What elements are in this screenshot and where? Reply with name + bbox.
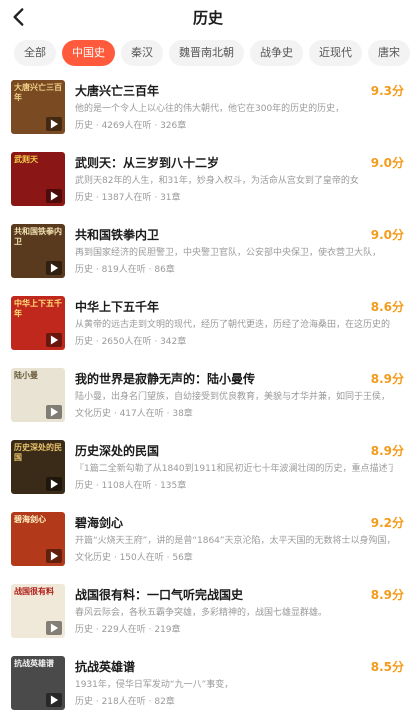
book-cover[interactable]: 碧海剑心 — [11, 512, 65, 566]
rating-score: 9.0分 — [370, 228, 404, 242]
rating-score: 9.0分 — [370, 156, 404, 170]
book-description: 陆小曼，出身名门望族，自幼接受到优良教育，美貌与才华并兼，如同于王侯， — [75, 392, 391, 402]
book-meta: 历史 · 1387人在听 · 31章 — [75, 193, 181, 203]
category-tabs: 全部 中国史 秦汉 魏晋南北朝 战争史 近现代 唐宋 — [0, 36, 416, 76]
rating-score: 8.6分 — [370, 300, 404, 314]
list-item[interactable]: 陆小曼 我的世界是寂静无声的：陆小曼传 8.9分陆小曼，出身名门望族，自幼接受到优良… — [0, 362, 416, 434]
list-item[interactable]: 武则天 武则天：从三岁到八十二岁 9.0分武则天82年的人生，和31年，妙身入权斗，… — [0, 146, 416, 218]
play-icon[interactable] — [46, 693, 62, 707]
tab-4[interactable]: 战争史 — [250, 40, 303, 66]
book-title[interactable]: 共和国铁拳内卫 — [75, 226, 159, 243]
book-meta: 历史 · 2650人在听 · 342章 — [75, 337, 187, 347]
cover-title-text: 武则天 — [14, 155, 38, 164]
play-icon[interactable] — [46, 333, 62, 347]
book-cover[interactable]: 陆小曼 — [11, 368, 65, 422]
book-title[interactable]: 武则天：从三岁到八十二岁 — [75, 154, 219, 171]
book-meta: 历史 · 4269人在听 · 326章 — [75, 121, 187, 131]
rating-score: 8.5分 — [370, 660, 404, 674]
book-description: 开篇“火烧天王府”，讲的是曾“1864”天京沦陷，太平天国的无数将士以身殉国， — [75, 536, 393, 546]
rating-score: 8.9分 — [370, 372, 404, 386]
play-icon[interactable] — [46, 549, 62, 563]
play-icon[interactable] — [46, 189, 62, 203]
cover-title-text: 碧海剑心 — [14, 515, 46, 524]
list-item[interactable]: 共和国铁拳内卫 共和国铁拳内卫 9.0分再到国家经济的民胆警卫，中央警卫官队，公安部… — [0, 218, 416, 290]
tab-3[interactable]: 魏晋南北朝 — [169, 40, 244, 66]
tab-1[interactable]: 中国史 — [62, 40, 115, 66]
tab-5[interactable]: 近现代 — [309, 40, 362, 66]
book-meta: 历史 · 1108人在听 · 135章 — [75, 481, 187, 491]
play-icon[interactable] — [46, 477, 62, 491]
list-item[interactable]: 抗战英雄谱 抗战英雄谱 8.5分 1931年，侵华日军发动“九一八”事变， 历史 · 2… — [0, 650, 416, 720]
book-cover[interactable]: 大唐兴亡三百年 — [11, 80, 65, 134]
cover-title-text: 大唐兴亡三百年 — [14, 83, 62, 102]
list-item[interactable]: 战国很有料 战国很有料：一口气听完战国史 8.9分春风云际会，各秋五霸争突雄，多彩精… — [0, 578, 416, 650]
book-description: 『1篇二全新勾勒了从1840到1911和民初近七十年波澜壮阔的历史，重点描述了清 — [75, 464, 393, 474]
book-cover[interactable]: 战国很有料 — [11, 584, 65, 638]
list-item[interactable]: 中华上下五千年 中华上下五千年 8.6分从黄帝的远古走到文明的现代，经历了朝代更迭，… — [0, 290, 416, 362]
tab-6[interactable]: 唐宋 — [368, 40, 410, 66]
book-title[interactable]: 大唐兴亡三百年 — [75, 82, 159, 99]
header: 历史 — [0, 0, 416, 36]
book-cover[interactable]: 中华上下五千年 — [11, 296, 65, 350]
rating-score: 9.2分 — [370, 516, 404, 530]
book-cover[interactable]: 武则天 — [11, 152, 65, 206]
book-meta: 历史 · 218人在听 · 82章 — [75, 697, 175, 707]
play-icon[interactable] — [46, 117, 62, 131]
page-title: 历史 — [192, 9, 223, 27]
book-title[interactable]: 抗战英雄谱 — [75, 658, 135, 675]
play-icon[interactable] — [46, 261, 62, 275]
book-meta: 文化历史 · 417人在听 · 38章 — [75, 409, 193, 419]
book-title[interactable]: 战国很有料：一口气听完战国史 — [75, 586, 243, 603]
cover-title-text: 抗战英雄谱 — [14, 659, 54, 668]
cover-title-text: 陆小曼 — [14, 371, 38, 380]
book-description: 1931年，侵华日军发动“九一八”事变， — [75, 680, 234, 690]
book-description: 从黄帝的远古走到文明的现代，经历了朝代更迭，历经了沧海桑田，在这历史的 — [75, 320, 391, 330]
cover-title-text: 战国很有料 — [14, 587, 54, 596]
book-cover[interactable]: 抗战英雄谱 — [11, 656, 65, 710]
book-description: 他的是一个令人上以心往的伟大朝代，他它在300年的历史的历史， — [75, 104, 345, 114]
cover-title-text: 共和国铁拳内卫 — [14, 227, 62, 246]
cover-title-text: 历史深处的民国 — [14, 443, 62, 462]
list-item[interactable]: 碧海剑心 碧海剑心 9.2分开篇“火烧天王府”，讲的是曾“1864”天京沦陷，太平天… — [0, 506, 416, 578]
book-description: 春风云际会，各秋五霸争突雄，多彩精神的，战国七雄显群雄。 — [75, 608, 328, 618]
book-meta: 文化历史 · 150人在听 · 56章 — [75, 553, 193, 563]
play-icon[interactable] — [46, 405, 62, 419]
rating-score: 9.3分 — [370, 84, 404, 98]
book-title[interactable]: 中华上下五千年 — [75, 298, 159, 315]
play-icon[interactable] — [46, 621, 62, 635]
list-item[interactable]: 大唐兴亡三百年 大唐兴亡三百年 9.3分他的是一个令人上以心往的伟大朝代，他它在30… — [0, 74, 416, 146]
cover-title-text: 中华上下五千年 — [14, 299, 62, 318]
book-meta: 历史 · 819人在听 · 86章 — [75, 265, 175, 275]
list-item[interactable]: 历史深处的民国 历史深处的民国 8.9分『1篇二全新勾勒了从1840到1911和民初… — [0, 434, 416, 506]
book-title[interactable]: 碧海剑心 — [75, 514, 123, 531]
book-cover[interactable]: 历史深处的民国 — [11, 440, 65, 494]
tab-2[interactable]: 秦汉 — [121, 40, 163, 66]
tab-0[interactable]: 全部 — [14, 40, 56, 66]
book-description: 再到国家经济的民胆警卫，中央警卫官队，公安部中央保卫，使衣营卫大队， — [75, 248, 382, 258]
book-list: 大唐兴亡三百年 大唐兴亡三百年 9.3分他的是一个令人上以心往的伟大朝代，他它在30… — [0, 74, 416, 720]
rating-score: 8.9分 — [370, 444, 404, 458]
book-cover[interactable]: 共和国铁拳内卫 — [11, 224, 65, 278]
book-meta: 历史 · 229人在听 · 219章 — [75, 625, 181, 635]
rating-score: 8.9分 — [370, 588, 404, 602]
book-title[interactable]: 历史深处的民国 — [75, 442, 159, 459]
book-description: 武则天82年的人生，和31年，妙身入权斗，为活命从宫女到了皇帝的女 — [75, 176, 359, 186]
book-title[interactable]: 我的世界是寂静无声的：陆小曼传 — [75, 370, 255, 387]
